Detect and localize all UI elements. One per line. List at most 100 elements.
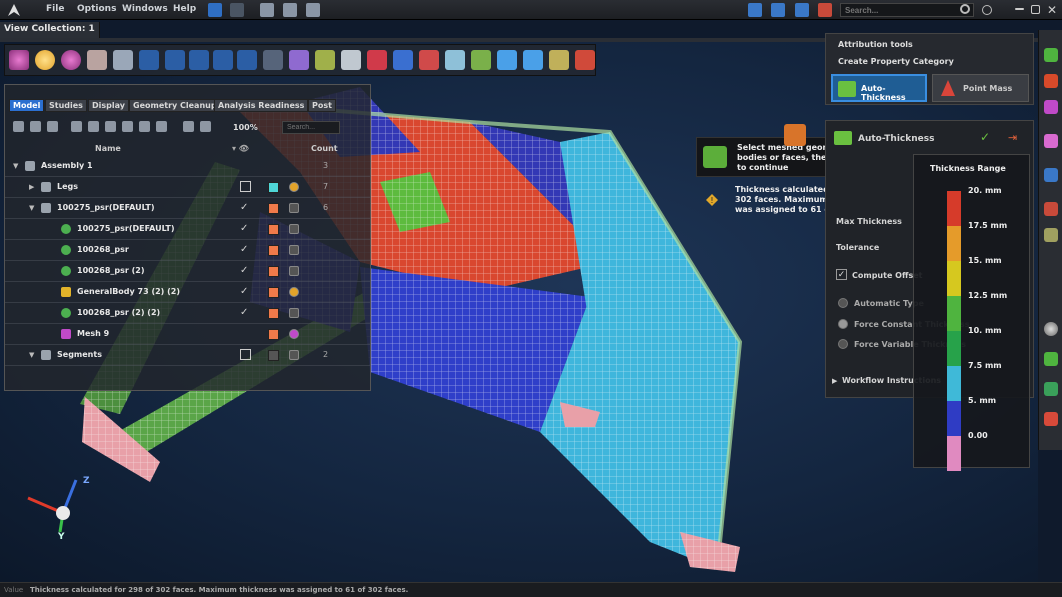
create-category-label[interactable]: Create Property Category bbox=[838, 57, 954, 66]
color-swatch[interactable] bbox=[268, 203, 279, 214]
expand-arrow-icon[interactable]: ▶ bbox=[29, 183, 34, 191]
tree-row-segments[interactable]: ▼ Segments 2 bbox=[5, 345, 370, 366]
tab-post[interactable]: Post bbox=[308, 99, 336, 112]
menu-windows[interactable]: Windows bbox=[122, 4, 168, 14]
wave-icon[interactable] bbox=[445, 50, 465, 70]
color-swatch[interactable] bbox=[268, 287, 279, 298]
show-checkbox[interactable] bbox=[240, 349, 251, 360]
line-icon[interactable] bbox=[189, 50, 209, 70]
undo-icon[interactable] bbox=[208, 3, 222, 17]
isolate-icon[interactable] bbox=[139, 121, 150, 132]
tree-row-body-1[interactable]: 100275_psr(DEFAULT) ✓ bbox=[5, 219, 370, 240]
color-swatch[interactable] bbox=[268, 308, 279, 319]
tree-row-body-2[interactable]: 100268_psr ✓ bbox=[5, 240, 370, 261]
cube-mesh-icon[interactable] bbox=[471, 50, 491, 70]
sphere-pink-icon[interactable] bbox=[9, 50, 29, 70]
body-icon[interactable] bbox=[237, 50, 257, 70]
force-variable-radio[interactable] bbox=[838, 339, 848, 349]
cut-icon[interactable] bbox=[393, 50, 413, 70]
color-swatch[interactable] bbox=[268, 182, 279, 193]
layers-icon[interactable] bbox=[523, 50, 543, 70]
copy-view-icon[interactable] bbox=[771, 3, 785, 17]
exit-icon[interactable]: ⇥ bbox=[1008, 131, 1017, 144]
visibility-column-icon[interactable]: ▾ 👁 bbox=[232, 144, 249, 153]
sphere-icon[interactable] bbox=[1044, 322, 1058, 336]
point-mass-button[interactable]: Point Mass bbox=[932, 74, 1029, 102]
sort-icon[interactable] bbox=[156, 121, 167, 132]
table-icon[interactable] bbox=[183, 121, 194, 132]
collapse-icon[interactable] bbox=[88, 121, 99, 132]
filter-bodies-icon[interactable] bbox=[30, 121, 41, 132]
grid-layer-icon[interactable] bbox=[1044, 382, 1058, 396]
tree-row-mesh[interactable]: Mesh 9 bbox=[5, 324, 370, 345]
orange-tool-icon[interactable] bbox=[784, 124, 806, 146]
menu-help[interactable]: Help bbox=[173, 4, 196, 14]
clip-plane-icon[interactable] bbox=[1044, 202, 1058, 216]
color-swatch[interactable] bbox=[268, 266, 279, 277]
tab-model[interactable]: Model bbox=[9, 99, 45, 112]
filter-icon[interactable] bbox=[13, 121, 24, 132]
remove-icon[interactable] bbox=[419, 50, 439, 70]
search-input[interactable] bbox=[840, 3, 974, 17]
color-swatch[interactable] bbox=[268, 350, 279, 361]
check-icon[interactable]: ✓ bbox=[240, 202, 248, 213]
column-count[interactable]: Count bbox=[311, 144, 338, 153]
scale-icon[interactable] bbox=[315, 50, 335, 70]
ok-check-icon[interactable]: ✓ bbox=[980, 130, 990, 144]
beam-icon[interactable] bbox=[497, 50, 517, 70]
collapse-arrow-icon[interactable]: ▼ bbox=[29, 204, 34, 212]
measure-icon[interactable] bbox=[575, 50, 595, 70]
show-icon[interactable] bbox=[105, 121, 116, 132]
point-icon[interactable] bbox=[165, 50, 185, 70]
show-checkbox[interactable] bbox=[240, 181, 251, 192]
view-collection-tab[interactable]: View Collection: 1 bbox=[0, 22, 100, 38]
pen-icon[interactable] bbox=[1044, 228, 1058, 242]
check-icon[interactable]: ✓ bbox=[240, 244, 248, 255]
filter-faces-icon[interactable] bbox=[47, 121, 58, 132]
check-icon[interactable]: ✓ bbox=[240, 223, 248, 234]
menu-options[interactable]: Options bbox=[77, 4, 116, 14]
menu-file[interactable]: File bbox=[46, 4, 64, 14]
face-icon[interactable] bbox=[213, 50, 233, 70]
search-icon[interactable] bbox=[960, 4, 970, 14]
tab-studies[interactable]: Studies bbox=[45, 99, 87, 112]
redo-icon[interactable] bbox=[230, 3, 244, 17]
select-arrow-icon[interactable] bbox=[139, 50, 159, 70]
sphere-orange-icon[interactable] bbox=[35, 50, 55, 70]
box-icon[interactable] bbox=[113, 50, 133, 70]
split-icon[interactable] bbox=[367, 50, 387, 70]
cross-icon[interactable] bbox=[1044, 48, 1058, 62]
flower-icon[interactable] bbox=[1044, 134, 1058, 148]
fork-icon[interactable] bbox=[87, 50, 107, 70]
check-icon[interactable]: ✓ bbox=[240, 307, 248, 318]
tree-row-legs[interactable]: ▶ Legs 7 bbox=[5, 177, 370, 198]
spring-icon[interactable] bbox=[549, 50, 569, 70]
marker-icon[interactable] bbox=[1044, 412, 1058, 426]
check-icon[interactable]: ✓ bbox=[240, 265, 248, 276]
close-icon[interactable]: ✕ bbox=[1047, 3, 1061, 17]
tree-search-input[interactable] bbox=[282, 121, 340, 134]
grid-icon[interactable] bbox=[200, 121, 211, 132]
mesh-select-icon[interactable] bbox=[263, 50, 283, 70]
tab-geometry-cleanup[interactable]: Geometry Cleanup bbox=[129, 99, 221, 112]
save-icon[interactable] bbox=[260, 3, 274, 17]
material-icon[interactable] bbox=[1044, 100, 1058, 114]
torus-icon[interactable] bbox=[61, 50, 81, 70]
attribution-title[interactable]: Attribution tools bbox=[838, 40, 913, 49]
clipboard-icon[interactable] bbox=[306, 3, 320, 17]
restore-icon[interactable] bbox=[1031, 5, 1040, 14]
collapse-arrow-icon[interactable]: ▼ bbox=[13, 162, 18, 170]
minimize-icon[interactable] bbox=[1015, 8, 1024, 10]
tab-analysis-readiness[interactable]: Analysis Readiness bbox=[214, 99, 309, 112]
color-swatch[interactable] bbox=[268, 224, 279, 235]
probe-icon[interactable] bbox=[341, 50, 361, 70]
layer-icon[interactable] bbox=[1044, 74, 1058, 88]
compute-offset-checkbox[interactable]: ✓ bbox=[836, 269, 847, 280]
display-icon[interactable] bbox=[1044, 168, 1058, 182]
tab-display[interactable]: Display bbox=[88, 99, 129, 112]
settings-icon[interactable] bbox=[795, 3, 809, 17]
automatic-type-radio[interactable] bbox=[838, 298, 848, 308]
window-layout-icon[interactable] bbox=[748, 3, 762, 17]
color-swatch[interactable] bbox=[268, 245, 279, 256]
color-swatch[interactable] bbox=[268, 329, 279, 340]
